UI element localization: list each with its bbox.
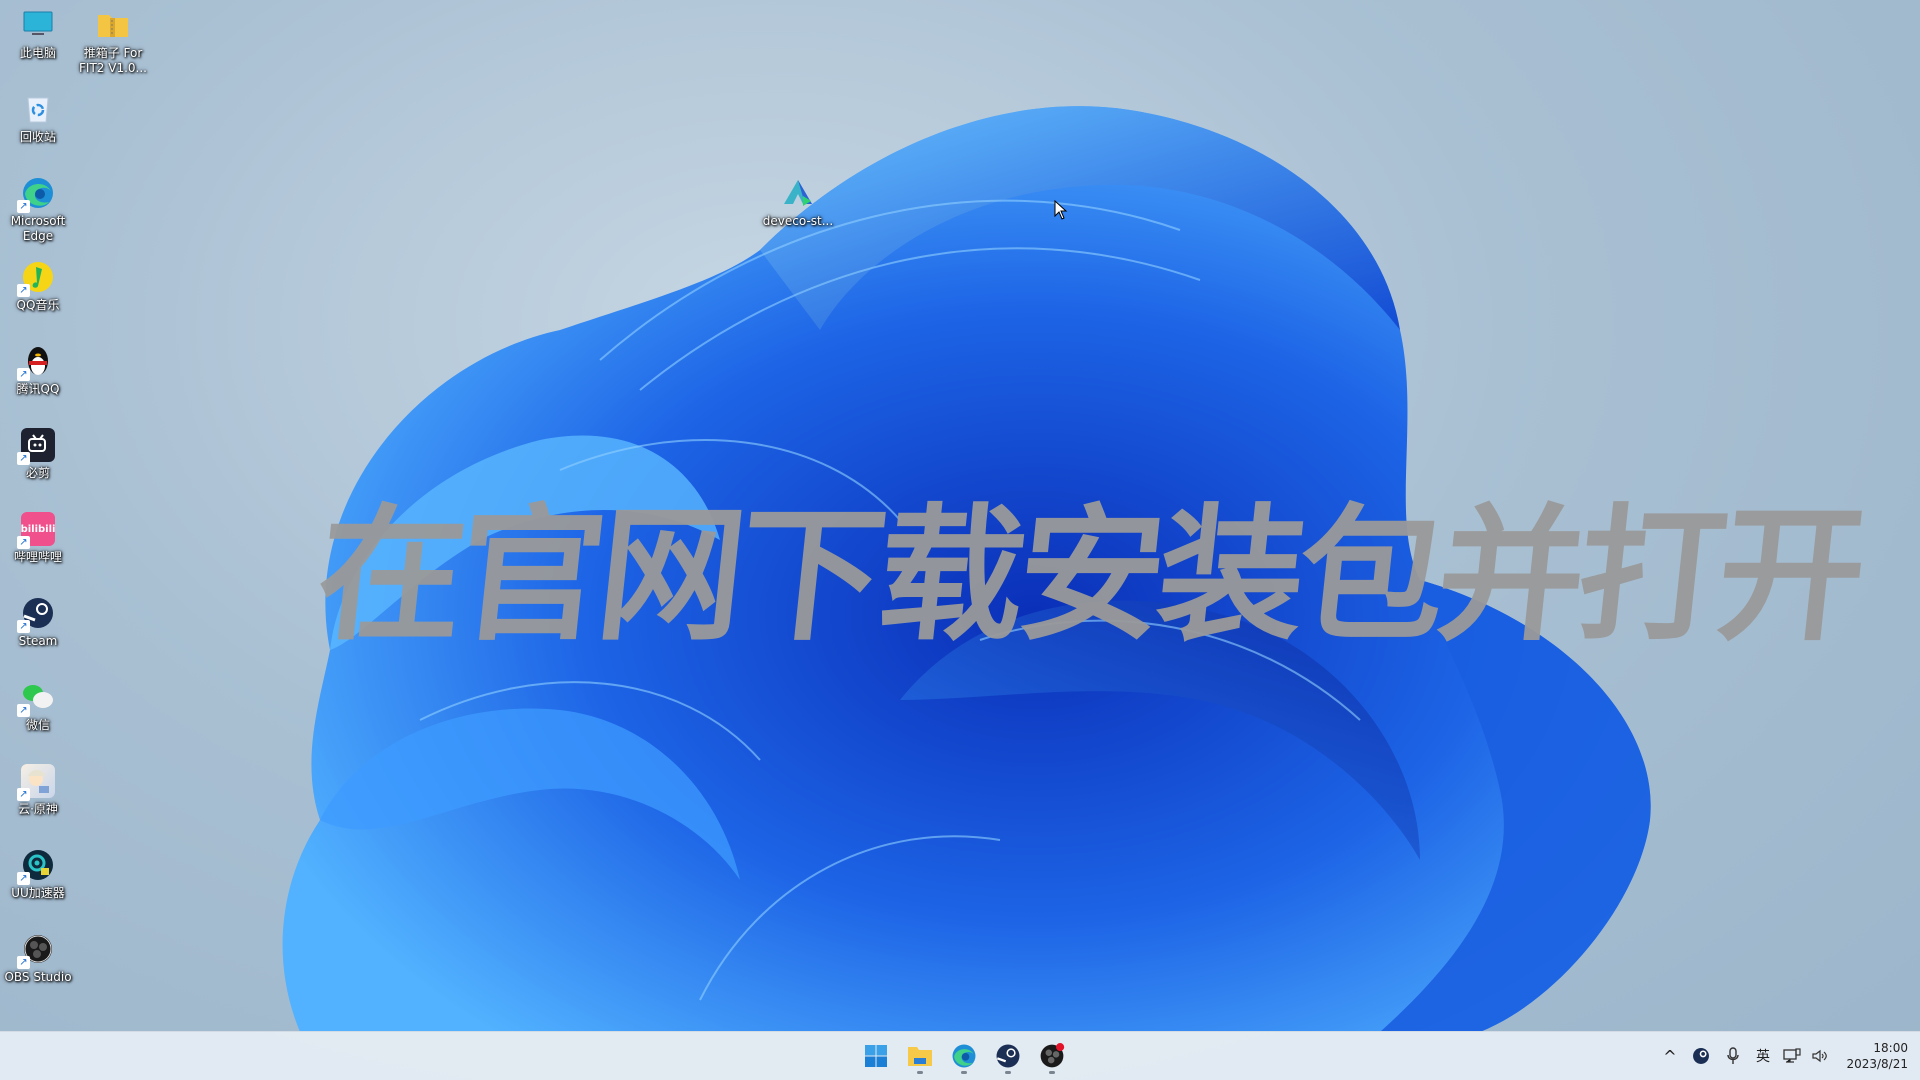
steam-icon: ↗ <box>17 596 55 633</box>
desktop-icon-steam[interactable]: ↗ Steam <box>0 596 78 649</box>
desktop-icon-label: 推箱子 For FIT2 V1.0... <box>79 46 147 75</box>
computer-icon <box>21 8 55 42</box>
desktop-icon-obs-studio[interactable]: ↗ OBS Studio <box>0 932 78 985</box>
microphone-icon <box>1727 1047 1739 1064</box>
running-indicator <box>1005 1071 1011 1074</box>
start-button[interactable] <box>858 1038 894 1074</box>
desktop-icon-label: 微信 <box>25 718 50 732</box>
show-hidden-icons-button[interactable]: ^ <box>1656 1032 1684 1080</box>
taskbar-edge[interactable] <box>946 1038 982 1074</box>
network-wired-icon <box>1783 1048 1801 1063</box>
desktop-icon-recycle-bin[interactable]: 回收站 <box>0 92 78 145</box>
shortcut-arrow-icon: ↗ <box>17 536 30 549</box>
taskbar-obs-studio[interactable] <box>1034 1038 1070 1074</box>
tray-network[interactable] <box>1778 1032 1806 1080</box>
running-indicator <box>917 1071 923 1074</box>
running-indicator <box>1049 1071 1055 1074</box>
shortcut-arrow-icon: ↗ <box>17 368 30 381</box>
desktop-icon-label: OBS Studio <box>4 970 72 984</box>
desktop-icon-bcut[interactable]: ↗ 必剪 <box>0 428 78 481</box>
bcut-icon: ↗ <box>17 428 55 465</box>
desktop-icon-edge[interactable]: ↗ Microsoft Edge <box>0 176 78 244</box>
shortcut-arrow-icon: ↗ <box>17 872 30 885</box>
system-tray: ^ 英 18:00 2023/8/21 <box>1656 1032 1920 1080</box>
desktop-icon-label: 必剪 <box>25 466 50 480</box>
desktop-icon-label: QQ音乐 <box>16 298 60 312</box>
taskbar-steam[interactable] <box>990 1038 1026 1074</box>
desktop-icon-label: UU加速器 <box>11 886 65 900</box>
desktop-icon-tencent-qq[interactable]: ↗ 腾讯QQ <box>0 344 78 397</box>
edge-icon <box>952 1044 976 1068</box>
taskbar-file-explorer[interactable] <box>902 1038 938 1074</box>
desktop-icon-bilibili[interactable]: bilibili ↗ 哔哩哔哩 <box>0 512 78 565</box>
tray-steam[interactable] <box>1684 1032 1718 1080</box>
taskbar-clock[interactable]: 18:00 2023/8/21 <box>1834 1040 1920 1072</box>
desktop-icon-label: Microsoft Edge <box>10 214 66 243</box>
desktop-icon-genshin-cloud[interactable]: ↗ 云·原神 <box>0 764 78 817</box>
mouse-cursor-icon <box>1054 200 1068 220</box>
uu-accelerator-icon: ↗ <box>17 848 55 885</box>
qq-penguin-icon: ↗ <box>17 344 55 381</box>
wechat-icon: ↗ <box>17 680 55 717</box>
desktop-icon-label: 腾讯QQ <box>16 382 60 396</box>
zip-folder-icon <box>96 8 130 42</box>
steam-icon <box>996 1044 1020 1068</box>
speaker-icon <box>1812 1049 1827 1063</box>
shortcut-arrow-icon: ↗ <box>17 788 30 801</box>
desktop-icon-sokoban-zip[interactable]: 推箱子 For FIT2 V1.0... <box>73 8 153 76</box>
desktop-icon-deveco-studio[interactable]: deveco-st... <box>758 176 838 229</box>
obs-icon <box>1040 1043 1065 1068</box>
input-language-label: 英 <box>1756 1049 1770 1065</box>
desktop-icon-wechat[interactable]: ↗ 微信 <box>0 680 78 733</box>
recording-badge <box>1056 1043 1065 1052</box>
desktop-icon-label: 云·原神 <box>18 802 58 816</box>
shortcut-arrow-icon: ↗ <box>17 620 30 633</box>
genshin-cloud-icon: ↗ <box>17 764 55 801</box>
chevron-up-icon: ^ <box>1663 1046 1677 1066</box>
deveco-studio-icon <box>781 176 815 210</box>
edge-icon: ↗ <box>17 176 55 213</box>
desktop-icon-label: 此电脑 <box>19 46 56 60</box>
shortcut-arrow-icon: ↗ <box>17 452 30 465</box>
desktop-icon-qq-music[interactable]: ↗ QQ音乐 <box>0 260 78 313</box>
desktop-icon-this-pc[interactable]: 此电脑 <box>0 8 78 61</box>
taskbar-pinned-apps <box>858 1038 1070 1074</box>
desktop-icon-label: Steam <box>18 634 58 648</box>
shortcut-arrow-icon: ↗ <box>17 956 30 969</box>
recycle-bin-icon <box>21 92 55 126</box>
bilibili-logo-text: bilibili <box>20 523 56 535</box>
desktop-icon-label: 回收站 <box>19 130 56 144</box>
bilibili-icon: bilibili ↗ <box>17 512 56 549</box>
taskbar: ^ 英 18:00 2023/8/21 <box>0 1031 1920 1080</box>
desktop-icon-label: 哔哩哔哩 <box>13 550 62 564</box>
clock-time: 18:00 <box>1873 1041 1908 1055</box>
shortcut-arrow-icon: ↗ <box>17 704 30 717</box>
obs-icon: ↗ <box>17 932 55 969</box>
steam-icon <box>1693 1048 1709 1064</box>
file-explorer-icon <box>908 1047 932 1066</box>
running-indicator <box>961 1071 967 1074</box>
desktop-icon-label: deveco-st... <box>762 214 834 228</box>
tray-volume[interactable] <box>1806 1032 1834 1080</box>
clock-date: 2023/8/21 <box>1846 1057 1908 1071</box>
windows-start-icon <box>865 1045 887 1067</box>
desktop-icon-uu-accelerator[interactable]: ↗ UU加速器 <box>0 848 78 901</box>
tray-microphone[interactable] <box>1718 1032 1748 1080</box>
shortcut-arrow-icon: ↗ <box>17 284 30 297</box>
video-caption-overlay: 在官网下载安装包并打开 <box>309 491 1868 661</box>
input-language-indicator[interactable]: 英 <box>1748 1032 1778 1080</box>
shortcut-arrow-icon: ↗ <box>17 200 30 213</box>
qq-music-icon: ↗ <box>17 260 55 297</box>
